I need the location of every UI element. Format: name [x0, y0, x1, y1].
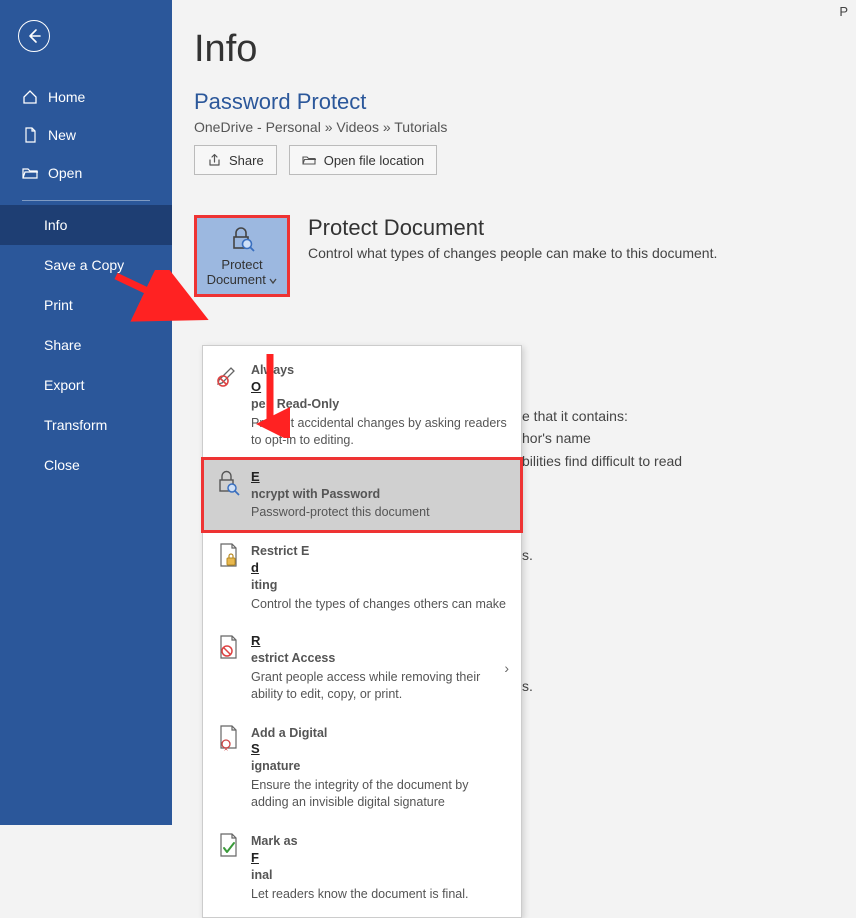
sidebar-sub-export[interactable]: Export — [0, 365, 172, 405]
menu-item-desc: Grant people access while removing their… — [251, 669, 494, 703]
section-heading: Protect Document — [308, 215, 717, 241]
home-icon — [22, 89, 38, 105]
menu-item-title: Add a Digital Signature — [251, 725, 509, 776]
menu-item-restrict-access[interactable]: Restrict Access Grant people access whil… — [203, 623, 521, 713]
menu-item-desc: Control the types of changes others can … — [251, 596, 509, 613]
menu-item-always-open-read-only[interactable]: Always Open Read-Only Prevent accidental… — [203, 350, 521, 459]
button-label-line1: Protect — [221, 257, 262, 272]
menu-item-mark-as-final[interactable]: Mark as Final Let readers know the docum… — [203, 821, 521, 913]
sidebar-item-home[interactable]: Home — [0, 78, 172, 116]
sidebar-sub-print[interactable]: Print — [0, 285, 172, 325]
menu-item-title: Encrypt with Password — [251, 469, 509, 503]
sidebar-item-open[interactable]: Open — [0, 154, 172, 192]
button-label: Open file location — [324, 153, 424, 168]
digital-signature-icon — [215, 723, 241, 751]
folder-open-icon — [22, 165, 38, 181]
sidebar-item-label: Home — [48, 89, 85, 105]
menu-item-desc: Password-protect this document — [251, 504, 509, 521]
menu-item-title: Always Open Read-Only — [251, 362, 509, 413]
button-label-line2: Document — [207, 272, 278, 287]
menu-item-title: Restrict Access — [251, 633, 494, 667]
sidebar-sub-save-a-copy[interactable]: Save a Copy — [0, 245, 172, 285]
backstage-sidebar: Home New Open Info Save a Copy Print Sha… — [0, 0, 172, 825]
chevron-down-icon — [269, 277, 277, 285]
sidebar-sub-info[interactable]: Info — [0, 205, 172, 245]
background-partial-text: e that it contains: hor's name bilities … — [522, 405, 682, 697]
readonly-icon — [215, 360, 241, 388]
sidebar-item-label: Open — [48, 165, 82, 181]
restrict-editing-icon — [215, 541, 241, 569]
lock-magnifier-icon — [215, 469, 241, 497]
section-description: Control what types of changes people can… — [308, 245, 717, 261]
sidebar-sub-share[interactable]: Share — [0, 325, 172, 365]
arrow-left-icon — [26, 28, 42, 44]
lock-magnifier-icon — [228, 225, 256, 253]
sidebar-item-new[interactable]: New — [0, 116, 172, 154]
document-name: Password Protect — [194, 89, 856, 115]
menu-item-title: Mark as Final — [251, 833, 509, 884]
menu-item-desc: Ensure the integrity of the document by … — [251, 777, 509, 811]
share-icon — [207, 153, 221, 167]
chevron-right-icon: › — [504, 660, 509, 676]
sidebar-separator — [22, 200, 150, 201]
sidebar-item-label: New — [48, 127, 76, 143]
protect-document-section: Protect Document Protect Document Contro… — [194, 215, 856, 297]
mark-final-icon — [215, 831, 241, 859]
menu-item-desc: Prevent accidental changes by asking rea… — [251, 415, 509, 449]
menu-item-title: Restrict Editing — [251, 543, 509, 594]
menu-item-add-digital-signature[interactable]: Add a Digital Signature Ensure the integ… — [203, 713, 521, 822]
protect-document-dropdown: Always Open Read-Only Prevent accidental… — [202, 345, 522, 918]
document-icon — [22, 127, 38, 143]
breadcrumb: OneDrive - Personal » Videos » Tutorials — [194, 119, 856, 135]
action-buttons-row: Share Open file location — [194, 145, 856, 175]
menu-item-encrypt-with-password[interactable]: Encrypt with Password Password-protect t… — [203, 459, 521, 532]
top-right-partial-text: P — [839, 4, 848, 19]
folder-open-icon — [302, 153, 316, 167]
share-button[interactable]: Share — [194, 145, 277, 175]
protect-document-button[interactable]: Protect Document — [194, 215, 290, 297]
page-title: Info — [194, 28, 856, 71]
sidebar-sub-transform[interactable]: Transform — [0, 405, 172, 445]
menu-item-restrict-editing[interactable]: Restrict Editing Control the types of ch… — [203, 531, 521, 623]
open-file-location-button[interactable]: Open file location — [289, 145, 437, 175]
restrict-access-icon — [215, 633, 241, 661]
menu-item-desc: Let readers know the document is final. — [251, 886, 509, 903]
protect-document-text: Protect Document Control what types of c… — [308, 215, 717, 261]
sidebar-sub-close[interactable]: Close — [0, 445, 172, 485]
back-button[interactable] — [18, 20, 50, 52]
button-label: Share — [229, 153, 264, 168]
